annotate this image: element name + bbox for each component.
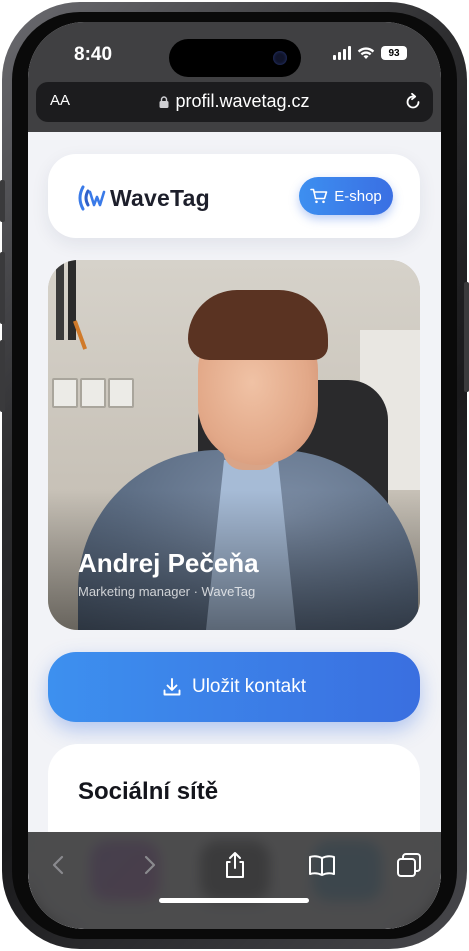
profile-card: Andrej Pečeňa Marketing manager · WaveTa… xyxy=(48,260,420,630)
web-page: WaveTag E-shop Andrej Pečeňa Marketing m… xyxy=(28,132,441,901)
profile-role: Marketing manager · WaveTag xyxy=(78,584,256,599)
save-contact-button[interactable]: Uložit kontakt xyxy=(48,652,420,722)
share-icon[interactable] xyxy=(220,850,250,880)
browser-toolbar xyxy=(28,832,441,929)
lock-icon xyxy=(159,96,169,108)
eshop-label: E-shop xyxy=(334,187,382,205)
home-indicator[interactable] xyxy=(159,898,309,903)
volume-up-button xyxy=(0,252,5,324)
action-button xyxy=(0,180,5,222)
url-text: profil.wavetag.cz xyxy=(175,91,310,111)
download-icon xyxy=(163,678,181,696)
volume-down-button xyxy=(0,340,5,412)
battery-icon: 93 xyxy=(381,46,407,60)
front-camera-icon xyxy=(273,51,287,65)
cellular-signal-icon xyxy=(333,46,351,60)
wifi-icon xyxy=(357,47,375,59)
social-section-title: Sociální sítě xyxy=(78,778,219,805)
wavetag-logo[interactable]: WaveTag xyxy=(76,184,210,212)
back-icon[interactable] xyxy=(44,850,74,880)
bookmarks-icon[interactable] xyxy=(307,850,337,880)
save-contact-label: Uložit kontakt xyxy=(191,676,307,697)
dynamic-island xyxy=(169,39,301,77)
tabs-icon[interactable] xyxy=(394,850,424,880)
address-bar[interactable]: AA profil.wavetag.cz xyxy=(36,82,433,122)
status-icons: 93 xyxy=(333,46,407,60)
power-button xyxy=(464,282,469,392)
reload-icon[interactable] xyxy=(403,92,423,112)
forward-icon[interactable] xyxy=(134,850,164,880)
eshop-button[interactable]: E-shop xyxy=(299,177,393,215)
wave-logo-icon xyxy=(78,185,106,211)
site-header: WaveTag E-shop xyxy=(48,154,420,238)
cart-icon xyxy=(310,188,328,204)
browser-top-area: 8:40 93 AA profil.wavetag.cz xyxy=(28,22,441,132)
url-display[interactable]: profil.wavetag.cz xyxy=(36,91,433,112)
brand-name: WaveTag xyxy=(110,184,210,211)
screen: 8:40 93 AA profil.wavetag.cz WaveTag E-s… xyxy=(28,22,441,929)
status-time: 8:40 xyxy=(74,44,113,65)
profile-name: Andrej Pečeňa xyxy=(78,548,259,578)
